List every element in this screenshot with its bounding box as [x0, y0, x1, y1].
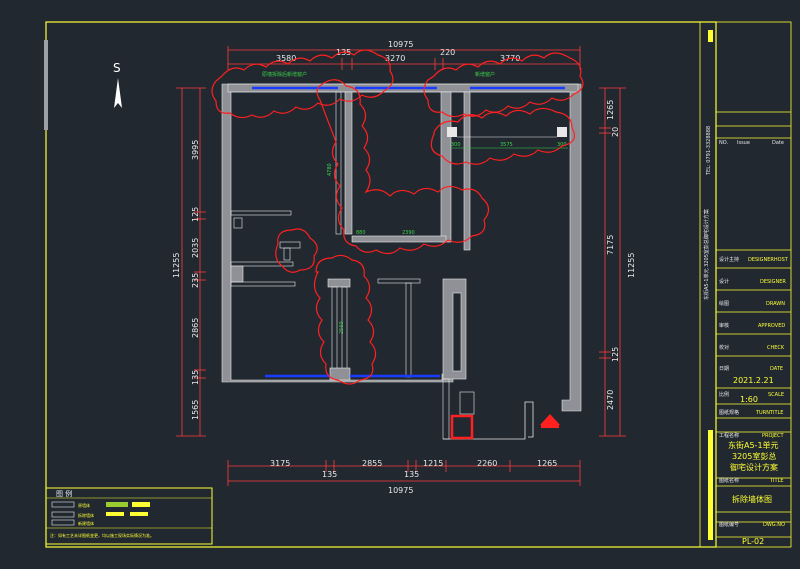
inner-dim: 4780 [327, 163, 333, 176]
tb-scale-value: 1:60 [740, 395, 758, 404]
tb-no-label: NO. [719, 140, 728, 146]
dim-left: 235 [191, 273, 200, 288]
legend-item: 拆除墙体 [78, 512, 94, 518]
north-label: S [113, 61, 121, 75]
tb-row-cn: 校对 [719, 344, 729, 351]
dim-bottom: 135 [404, 470, 419, 479]
inner-dim: 2390 [402, 230, 415, 236]
tb-title-cn: 图纸名称 [719, 477, 739, 484]
tb-row-en: DRAWN [766, 301, 785, 307]
dim-right: 125 [611, 347, 620, 362]
top-note-right: 新增窗户 [475, 71, 495, 78]
tb-row-en: APPROVED [758, 323, 785, 329]
tb-title-value: 拆除墙体图 [732, 494, 772, 504]
tb-scale-en: SCALE [768, 392, 784, 398]
dim-bottom: 135 [322, 470, 337, 479]
dim-bottom: 2260 [477, 459, 497, 468]
tb-project-line: 东街A5-1单元 [728, 440, 779, 450]
drawing-frame [45, 21, 717, 548]
tb-dwg-en: DWG.NO [763, 522, 785, 528]
tb-row-cn: 设计 [719, 278, 729, 285]
cad-drawing-canvas[interactable]: 东街A5-1单元 3205室彭总御宅设计方案 TEL: 0791-3328888… [0, 0, 800, 569]
dim-left: 1565 [191, 400, 200, 420]
vertical-project-info: 东街A5-1单元 3205室彭总御宅设计方案 [703, 209, 710, 300]
tb-row-cn: 日期 [719, 366, 729, 372]
dim-right: 20 [611, 127, 620, 137]
tb-title-en: TITLE [769, 478, 784, 484]
tb-sheet-cn: 图纸规格 [719, 409, 739, 416]
dim-bottom: 1265 [537, 459, 557, 468]
tb-date-value: 2021.2.21 [733, 376, 774, 385]
tb-dwg-value: PL-02 [742, 537, 764, 546]
tb-project-cn: 工程名称 [719, 432, 739, 439]
tb-scale-cn: 比例 [719, 391, 729, 398]
dim-left: 2035 [191, 238, 200, 258]
tb-row-cn: 设计主持 [719, 256, 739, 263]
legend-title: 图 例 [56, 489, 72, 498]
title-strip-bar [708, 430, 713, 540]
dim-right-total: 11255 [627, 253, 636, 278]
tb-project-line: 3205室彭总 [732, 451, 776, 461]
tb-row-en: DESIGNER [760, 279, 786, 285]
dim-left: 3995 [191, 140, 200, 160]
revision-clouds [211, 49, 584, 385]
vertical-tel: TEL: 0791-3328888 [706, 126, 712, 176]
legend-item: 新建墙体 [78, 520, 94, 526]
dim-top-total: 10975 [388, 40, 413, 49]
tb-row-en: CHECK [767, 345, 785, 351]
inner-dim: 2560 [339, 321, 345, 334]
dim-bottom: 1215 [423, 459, 443, 468]
dim-left-total: 11255 [172, 253, 181, 278]
dim-right: 1265 [606, 100, 615, 120]
legend-note: 注：如有工艺未详图纸变更，均以施工现场实际情况为准。 [50, 532, 154, 538]
tb-dwg-cn: 图纸编号 [719, 521, 739, 528]
dim-right: 2470 [606, 390, 615, 410]
tb-issue-label: Issue [737, 140, 750, 146]
tb-row-cn: 绘图 [719, 300, 729, 307]
tb-sheet-en: TURNTITLE [755, 410, 783, 416]
inner-dim: 880 [356, 230, 366, 236]
inner-dim: 3575 [500, 142, 513, 148]
tb-date-label: Date [772, 140, 784, 146]
tb-row-en: DESIGNERHOST [748, 257, 789, 263]
top-note-left: 原墙拆除后新增窗户 [262, 71, 307, 78]
inner-dim: 300 [451, 142, 461, 148]
dim-left: 135 [191, 370, 200, 385]
title-strip-marker [708, 30, 713, 42]
dim-bottom-total: 10975 [388, 486, 413, 495]
dim-bottom: 3175 [270, 459, 290, 468]
dim-left: 125 [191, 207, 200, 222]
tb-row-en: DATE [770, 366, 783, 372]
dim-right: 7175 [606, 235, 615, 255]
tb-project-line: 御宅设计方案 [730, 462, 778, 472]
floor-plan-svg: 东街A5-1单元 3205室彭总御宅设计方案 TEL: 0791-3328888… [44, 21, 792, 548]
tb-project-en: PROJECT [762, 433, 785, 439]
north-arrow-icon [114, 78, 122, 108]
dim-top: 220 [440, 48, 455, 57]
tb-row-cn: 审核 [719, 322, 729, 329]
dim-left: 2865 [191, 318, 200, 338]
dim-bottom: 2855 [362, 459, 382, 468]
legend-item: 原墙体 [78, 502, 90, 508]
